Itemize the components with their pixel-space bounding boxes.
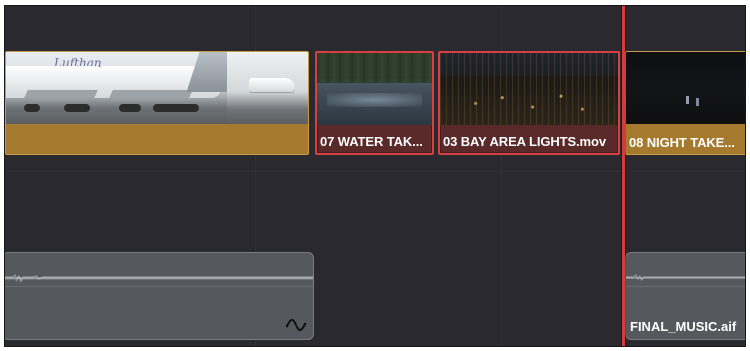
audio-clip-label: FINAL_MUSIC.aif [630, 319, 737, 334]
audio-waveform [626, 273, 745, 283]
landing-gear [119, 104, 141, 112]
landing-gear [24, 104, 40, 112]
plane-tail [186, 52, 227, 92]
audio-divider [626, 286, 745, 287]
video-clip-bay-area-lights[interactable]: 03 BAY AREA LIGHTS.mov [438, 51, 620, 155]
landing-gear [64, 104, 90, 112]
landing-gear [153, 104, 199, 112]
clip-thumbnails: Lufthansa [6, 52, 308, 124]
playhead[interactable] [622, 6, 625, 346]
plane-wing [24, 90, 98, 98]
night-thumbnail [626, 52, 745, 124]
audio-clip[interactable] [5, 252, 314, 340]
plane-body [249, 78, 295, 92]
track-separator [5, 171, 745, 172]
clip-thumbnail [626, 52, 745, 124]
plane-wing [109, 90, 193, 98]
clip-thumbnail [440, 53, 618, 125]
clip-thumbnail [317, 53, 432, 125]
timeline[interactable]: Lufthansa 07 WATER TAK... [4, 5, 746, 347]
video-clip-night-take[interactable]: 08 NIGHT TAKE... [625, 51, 745, 155]
audio-divider [5, 286, 313, 287]
waveform-graphic [5, 274, 313, 283]
waveform-graphic [626, 274, 745, 281]
clip-label: 08 NIGHT TAKE... [629, 135, 735, 150]
audio-clip-final-music[interactable]: FINAL_MUSIC.aif [625, 252, 745, 340]
airplane-thumbnail [101, 52, 227, 124]
audio-waveform [5, 273, 313, 283]
clip-label: 07 WATER TAK... [320, 134, 423, 149]
video-clip-water-take[interactable]: 07 WATER TAK... [315, 51, 434, 155]
water-thumbnail [317, 53, 432, 125]
curve-icon-graphic [285, 318, 307, 332]
video-clip-airplane[interactable]: Lufthansa [5, 51, 309, 155]
airplane-thumbnail [227, 52, 308, 124]
airplane-thumbnail: Lufthansa [6, 52, 101, 124]
curve-icon[interactable] [285, 316, 307, 334]
city-lights-thumbnail [440, 53, 618, 125]
clip-label: 03 BAY AREA LIGHTS.mov [443, 134, 606, 149]
